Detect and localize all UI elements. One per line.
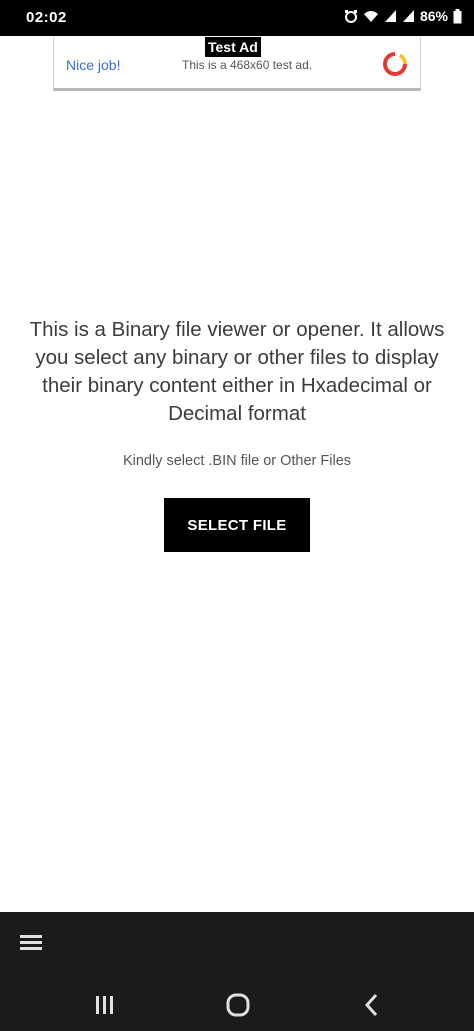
select-file-button[interactable]: SELECT FILE (164, 498, 310, 552)
battery-icon (453, 8, 462, 24)
status-time: 02:02 (26, 9, 67, 26)
hamburger-menu-icon[interactable] (20, 933, 44, 953)
app-description: This is a Binary file viewer or opener. … (29, 318, 445, 425)
back-icon[interactable] (362, 992, 382, 1018)
bottom-bar (0, 912, 474, 1031)
ad-left-text[interactable]: Nice job! (66, 57, 120, 73)
ad-banner[interactable]: Test Ad Nice job! This is a 468x60 test … (53, 37, 421, 91)
signal-icon (384, 9, 397, 23)
test-ad-tag: Test Ad (205, 37, 261, 57)
wifi-icon (363, 9, 379, 23)
alarm-icon (344, 9, 358, 23)
recents-icon[interactable] (92, 994, 118, 1016)
status-bar: 02:02 86% (0, 0, 474, 36)
home-icon[interactable] (224, 991, 252, 1019)
select-file-hint: Kindly select .BIN file or Other Files (122, 453, 352, 469)
status-icons: 86% (344, 8, 462, 24)
app-screen: 02:02 86% Test Ad Nice job! This is a 46… (0, 0, 474, 1031)
signal-icon-2 (402, 9, 415, 23)
ad-brand-logo-icon[interactable] (382, 51, 408, 77)
ad-mid-text[interactable]: This is a 468x60 test ad. (182, 58, 312, 72)
battery-percent: 86% (419, 8, 448, 24)
